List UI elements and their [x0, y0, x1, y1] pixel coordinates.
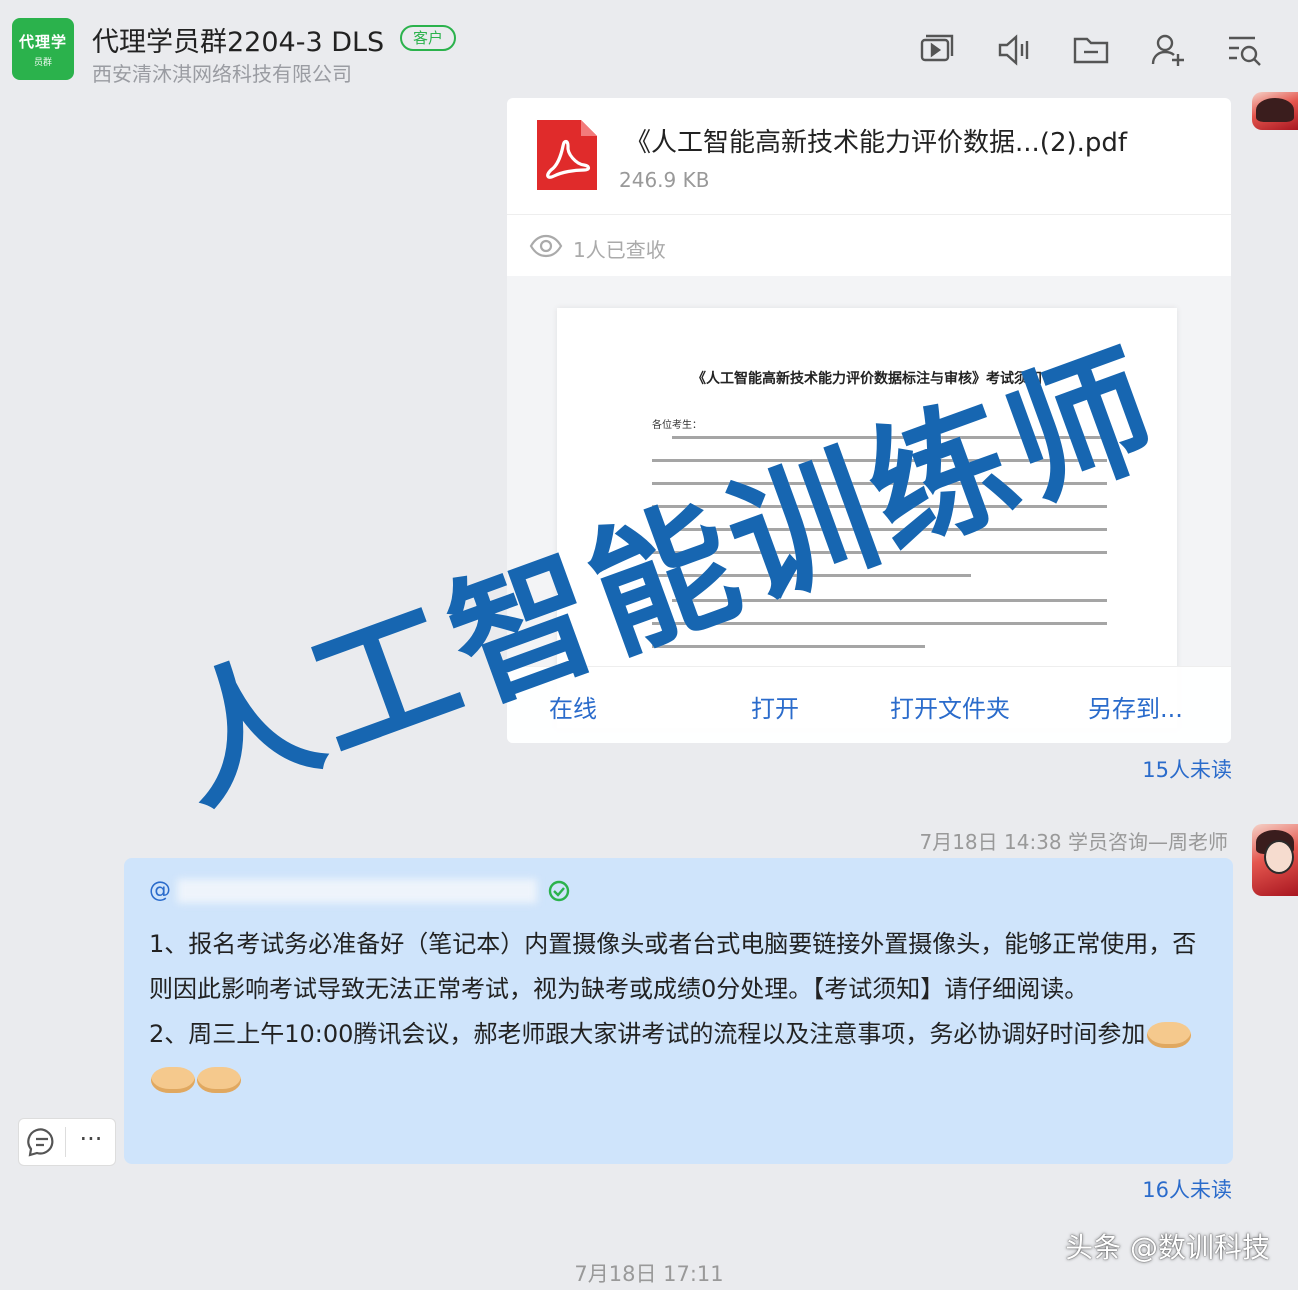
handshake-emoji-icon	[1147, 1022, 1192, 1048]
chat-header: 代理学 员群 代理学员群2204-3 DLS 客户 西安清沐淇网络科技有限公司	[0, 0, 1298, 98]
handshake-emoji-icon	[197, 1067, 241, 1093]
unread-count[interactable]: 16人未读	[1142, 1174, 1232, 1204]
chat-subtitle: 西安清沐淇网络科技有限公司	[92, 62, 352, 86]
mention[interactable]: @	[149, 878, 537, 903]
group-avatar[interactable]: 代理学 员群	[12, 18, 74, 80]
message-paragraph-2: 2、周三上午10:00腾讯会议，郝老师跟大家讲考试的流程以及注意事项，务必协调好…	[149, 1012, 1209, 1102]
message-text: 1、报名考试务必准备好（笔记本）内置摄像头或者台式电脑要链接外置摄像头，能够正常…	[149, 922, 1209, 1102]
search-history-icon[interactable]	[1224, 30, 1264, 70]
open-button[interactable]: 打开	[751, 689, 799, 724]
avatar-hair	[1256, 98, 1294, 122]
avatar-face	[1264, 840, 1294, 874]
folder-icon[interactable]	[1071, 30, 1111, 70]
unread-count[interactable]: 15人未读	[1142, 754, 1232, 784]
group-avatar-subtext: 员群	[33, 58, 52, 68]
message-tools: ···	[18, 1118, 116, 1166]
chat-title[interactable]: 代理学员群2204-3 DLS	[92, 20, 384, 59]
tool-separator	[65, 1127, 66, 1157]
check-icon	[548, 880, 570, 902]
add-member-icon[interactable]	[1148, 30, 1188, 70]
preview-salutation: 各位考生：	[652, 420, 702, 431]
more-options-button[interactable]: ···	[67, 1119, 115, 1165]
sender-avatar[interactable]	[1252, 92, 1298, 130]
mention-at: @	[149, 878, 171, 903]
message-paragraph-1: 1、报名考试务必准备好（笔记本）内置摄像头或者台式电脑要链接外置摄像头，能够正常…	[149, 930, 1197, 1003]
message-bubble[interactable]: @ 1、报名考试务必准备好（笔记本）内置摄像头或者台式电脑要链接外置摄像头，能够…	[124, 858, 1233, 1164]
message-paragraph-2-text: 2、周三上午10:00腾讯会议，郝老师跟大家讲考试的流程以及注意事项，务必协调好…	[149, 1020, 1146, 1048]
open-folder-button[interactable]: 打开文件夹	[890, 689, 1010, 724]
source-watermark: 头条 @数训科技	[1065, 1231, 1270, 1264]
customer-badge: 客户	[400, 25, 457, 51]
message-meta: 7月18日 14:38 学员咨询—周老师	[919, 830, 1228, 854]
save-as-button[interactable]: 另存到...	[1088, 689, 1183, 724]
group-avatar-text: 代理学	[18, 33, 67, 51]
screen-share-icon[interactable]	[917, 30, 957, 70]
card-divider	[507, 214, 1231, 215]
speaker-icon[interactable]	[995, 30, 1035, 70]
file-size: 246.9 KB	[619, 168, 710, 192]
handshake-emoji-icon	[151, 1067, 195, 1093]
eye-icon	[529, 232, 563, 260]
pdf-file-icon	[537, 120, 597, 190]
sender-avatar[interactable]	[1252, 824, 1298, 896]
blurred-names	[177, 879, 537, 903]
quote-reply-icon[interactable]	[19, 1119, 65, 1165]
file-name[interactable]: 《人工智能高新技术能力评价数据...(2).pdf	[625, 122, 1127, 159]
read-receipt[interactable]: 1人已查收	[573, 234, 666, 263]
